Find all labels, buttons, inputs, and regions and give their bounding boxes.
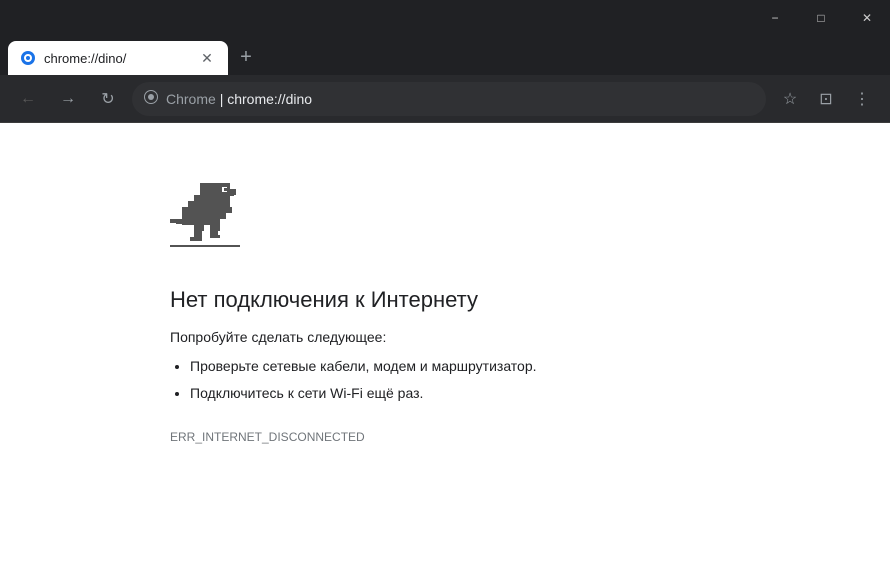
tab-close-button[interactable]: ✕ bbox=[198, 49, 216, 67]
error-list-item-2: Подключитесь к сети Wi-Fi ещё раз. bbox=[190, 380, 537, 407]
cast-icon: ⊡ bbox=[819, 89, 832, 109]
address-text: Chrome | chrome://dino bbox=[166, 91, 754, 107]
window-controls: − □ ✕ bbox=[752, 0, 890, 35]
refresh-button[interactable]: ↻ bbox=[92, 83, 124, 115]
titlebar: − □ ✕ bbox=[0, 0, 890, 35]
back-button[interactable]: ← bbox=[12, 83, 44, 115]
toolbar-actions: ☆ ⊡ ⋮ bbox=[774, 83, 878, 115]
error-list: Проверьте сетевые кабели, модем и маршру… bbox=[170, 353, 537, 406]
forward-icon: → bbox=[60, 90, 76, 108]
page-content: Нет подключения к Интернету Попробуйте с… bbox=[0, 123, 890, 586]
cast-button[interactable]: ⊡ bbox=[810, 83, 842, 115]
menu-icon: ⋮ bbox=[854, 89, 870, 109]
tab-favicon bbox=[20, 50, 36, 66]
bookmark-icon: ☆ bbox=[783, 89, 797, 109]
site-name: Chrome bbox=[166, 91, 216, 107]
forward-button[interactable]: → bbox=[52, 83, 84, 115]
tab-title: chrome://dino/ bbox=[44, 51, 190, 66]
error-title: Нет подключения к Интернету bbox=[170, 287, 478, 313]
error-list-item-1: Проверьте сетевые кабели, модем и маршру… bbox=[190, 353, 537, 380]
toolbar: ← → ↻ Chrome | chrome://dino ☆ ⊡ ⋮ bbox=[0, 75, 890, 123]
minimize-button[interactable]: − bbox=[752, 0, 798, 35]
tabbar: chrome://dino/ ✕ + bbox=[0, 35, 890, 75]
error-subtitle: Попробуйте сделать следующее: bbox=[170, 329, 386, 345]
dino-icon bbox=[170, 183, 240, 258]
bookmark-button[interactable]: ☆ bbox=[774, 83, 806, 115]
error-code: ERR_INTERNET_DISCONNECTED bbox=[170, 430, 365, 444]
active-tab[interactable]: chrome://dino/ ✕ bbox=[8, 41, 228, 75]
menu-button[interactable]: ⋮ bbox=[846, 83, 878, 115]
maximize-button[interactable]: □ bbox=[798, 0, 844, 35]
dino-container bbox=[170, 183, 240, 263]
close-button[interactable]: ✕ bbox=[844, 0, 890, 35]
back-icon: ← bbox=[20, 90, 36, 108]
new-tab-button[interactable]: + bbox=[232, 43, 260, 71]
secure-icon bbox=[144, 90, 158, 107]
refresh-icon: ↻ bbox=[101, 89, 114, 109]
address-url: chrome://dino bbox=[227, 91, 312, 107]
address-bar[interactable]: Chrome | chrome://dino bbox=[132, 82, 766, 116]
